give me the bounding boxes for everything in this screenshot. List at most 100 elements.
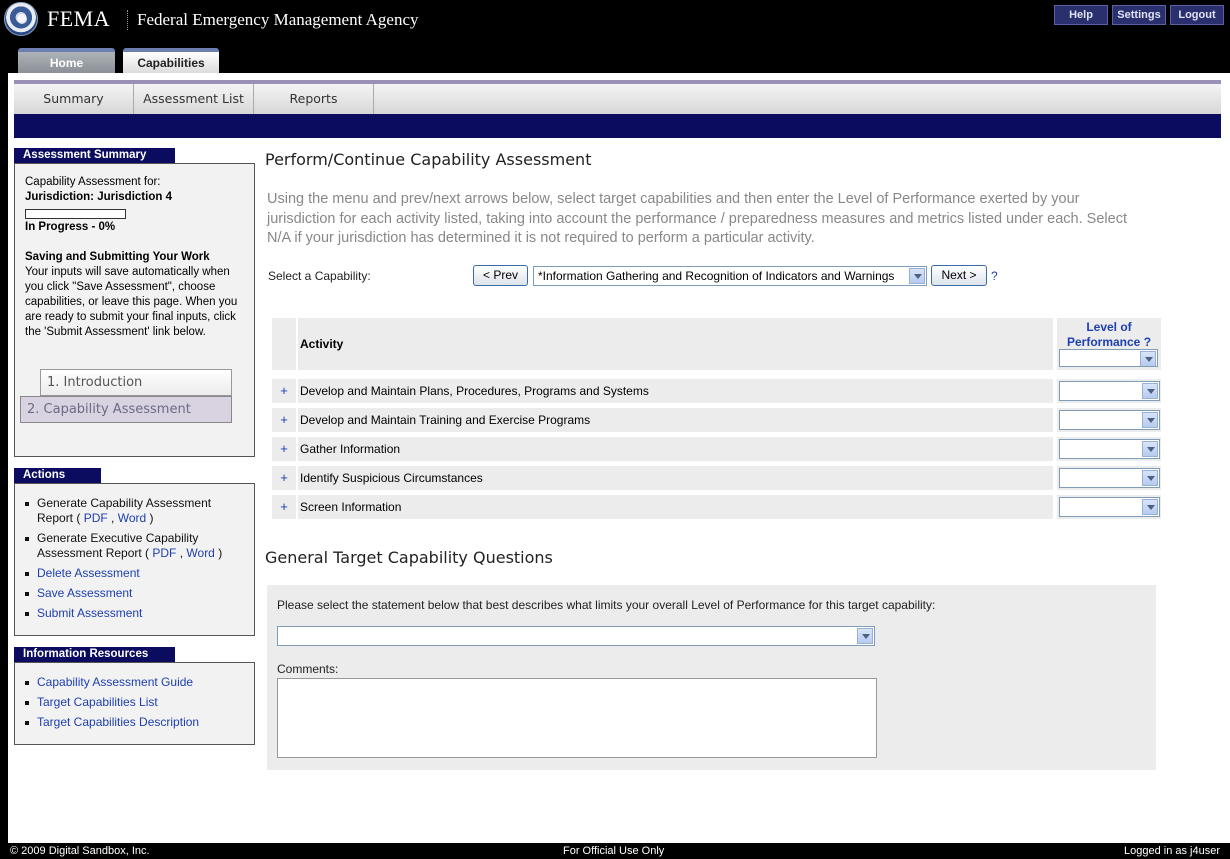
list-item: Generate Executive Capability Assessment…: [25, 531, 245, 561]
level-of-performance-select[interactable]: [1059, 497, 1160, 517]
progress-status: In Progress - 0%: [25, 221, 116, 233]
limit-statement-select[interactable]: [277, 626, 875, 646]
settings-button[interactable]: Settings: [1112, 5, 1166, 25]
assessment-guide-link[interactable]: Capability Assessment Guide: [37, 675, 193, 689]
chevron-down-icon: [1142, 499, 1158, 515]
comments-textarea[interactable]: [277, 678, 877, 758]
resources-list: Capability Assessment Guide Target Capab…: [25, 675, 245, 735]
level-all-select[interactable]: [1059, 349, 1158, 367]
capability-help-link[interactable]: ?: [991, 269, 998, 283]
copyright-text: © 2009 Digital Sandbox, Inc.: [10, 845, 150, 857]
fema-brand: FEMA: [47, 6, 111, 31]
exec-report-word-link[interactable]: Word: [186, 546, 214, 560]
comments-label: Comments:: [277, 662, 339, 676]
level-of-performance-select[interactable]: [1059, 410, 1160, 430]
submit-assessment-link[interactable]: Submit Assessment: [37, 606, 142, 620]
saving-heading: Saving and Submitting Your Work: [25, 251, 210, 263]
information-resources-panel: Capability Assessment Guide Target Capab…: [14, 662, 255, 745]
report-word-link[interactable]: Word: [118, 511, 146, 525]
subnav-bar: [14, 114, 1221, 138]
capability-select[interactable]: *Information Gathering and Recognition o…: [533, 266, 927, 286]
level-cell: [1057, 437, 1161, 461]
level-cell: [1057, 466, 1161, 490]
expand-row-button[interactable]: +: [272, 408, 296, 432]
expand-row-button[interactable]: +: [272, 495, 296, 519]
chevron-down-icon: [1142, 441, 1158, 457]
chevron-down-icon: [1142, 470, 1158, 486]
help-button[interactable]: Help: [1054, 5, 1108, 25]
expand-row-button[interactable]: +: [272, 466, 296, 490]
chevron-down-icon: [909, 268, 925, 284]
expand-row-button[interactable]: +: [272, 437, 296, 461]
dhs-seal-logo: [4, 2, 38, 36]
level-cell: [1057, 379, 1161, 403]
level-cell: [1057, 495, 1161, 519]
step-introduction[interactable]: 1. Introduction: [40, 369, 232, 396]
capability-for-label: Capability Assessment for:: [25, 176, 161, 188]
agency-name: Federal Emergency Management Agency: [137, 10, 419, 29]
app-header: FEMA Federal Emergency Management Agency…: [0, 0, 1230, 73]
subnav-summary[interactable]: Summary: [14, 84, 134, 114]
information-resources-heading: Information Resources: [14, 647, 175, 662]
next-button[interactable]: Next >: [931, 265, 987, 286]
capability-select-value: *Information Gathering and Recognition o…: [538, 269, 895, 283]
actions-panel: Generate Capability Assessment Report ( …: [14, 483, 255, 636]
exec-report-pdf-link[interactable]: PDF: [152, 546, 176, 560]
list-item: Save Assessment: [25, 586, 245, 601]
general-questions-panel: Please select the statement below that b…: [267, 585, 1156, 770]
limit-question-prompt: Please select the statement below that b…: [277, 598, 936, 612]
list-item: Delete Assessment: [25, 566, 245, 581]
subnav-assessment-list[interactable]: Assessment List: [134, 84, 254, 114]
report-pdf-link[interactable]: PDF: [84, 511, 108, 525]
instructions-text: Using the menu and prev/next arrows belo…: [267, 191, 1127, 246]
logged-in-user: Logged in as j4user: [1123, 845, 1220, 857]
level-of-performance-header: Level of Performance ?: [1057, 318, 1161, 370]
sub-navigation: Summary Assessment List Reports: [14, 80, 1221, 114]
assessment-summary-heading: Assessment Summary: [14, 148, 175, 163]
step-capability-assessment[interactable]: 2. Capability Assessment: [20, 396, 232, 423]
list-item: Target Capabilities List: [25, 695, 245, 710]
brand-divider: [127, 10, 128, 30]
list-item: Capability Assessment Guide: [25, 675, 245, 690]
activity-column-header: Activity: [298, 318, 1053, 370]
capabilities-list-link[interactable]: Target Capabilities List: [37, 695, 158, 709]
capabilities-description-link[interactable]: Target Capabilities Description: [37, 715, 199, 729]
jurisdiction-label: Jurisdiction: Jurisdiction 4: [25, 191, 172, 203]
list-item: Generate Capability Assessment Report ( …: [25, 496, 245, 526]
level-cell: [1057, 408, 1161, 432]
level-of-performance-select[interactable]: [1059, 381, 1160, 401]
assessment-summary-panel: Capability Assessment for: Jurisdiction:…: [14, 163, 255, 457]
level-of-performance-select[interactable]: [1059, 439, 1160, 459]
activity-name: Gather Information: [298, 437, 1053, 461]
level-of-performance-select[interactable]: [1059, 468, 1160, 488]
save-assessment-link[interactable]: Save Assessment: [37, 586, 132, 600]
activity-name: Develop and Maintain Training and Exerci…: [298, 408, 1053, 432]
tab-capabilities[interactable]: Capabilities: [123, 48, 219, 73]
chevron-down-icon: [857, 628, 873, 644]
page-title: Perform/Continue Capability Assessment: [265, 150, 592, 169]
actions-heading: Actions: [14, 468, 101, 483]
chevron-down-icon: [1142, 383, 1158, 399]
chevron-down-icon: [1140, 351, 1156, 366]
prev-button[interactable]: < Prev: [473, 265, 528, 286]
activity-name: Identify Suspicious Circumstances: [298, 466, 1053, 490]
expand-row-button[interactable]: +: [272, 379, 296, 403]
level-help-link[interactable]: ?: [1144, 335, 1151, 349]
list-item: Target Capabilities Description: [25, 715, 245, 730]
list-item: Submit Assessment: [25, 606, 245, 621]
actions-list: Generate Capability Assessment Report ( …: [25, 496, 245, 626]
logout-button[interactable]: Logout: [1170, 5, 1224, 25]
app-footer: © 2009 Digital Sandbox, Inc. For Officia…: [0, 843, 1230, 859]
subnav-reports[interactable]: Reports: [254, 84, 374, 114]
table-header-spacer: [272, 318, 296, 370]
chevron-down-icon: [1142, 412, 1158, 428]
level-header-label: Level of Performance: [1066, 320, 1141, 349]
page-panel: Summary Assessment List Reports Assessme…: [8, 73, 1230, 843]
general-questions-title: General Target Capability Questions: [265, 548, 553, 567]
progress-bar: [25, 209, 126, 219]
official-use-text: For Official Use Only: [563, 845, 665, 857]
activity-name: Develop and Maintain Plans, Procedures, …: [298, 379, 1053, 403]
delete-assessment-link[interactable]: Delete Assessment: [37, 566, 140, 580]
saving-instructions: Your inputs will save automatically when…: [25, 266, 238, 338]
tab-home[interactable]: Home: [18, 48, 115, 73]
